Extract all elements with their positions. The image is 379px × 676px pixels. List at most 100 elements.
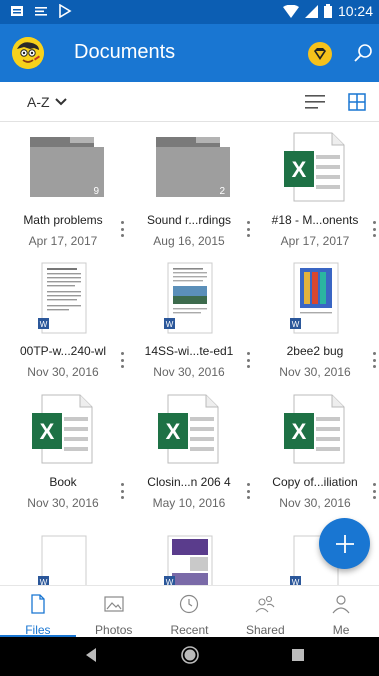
- item-date: Nov 30, 2016: [279, 496, 351, 510]
- nav-files[interactable]: Files: [0, 586, 76, 637]
- svg-text:W: W: [166, 578, 174, 585]
- svg-text:X: X: [292, 419, 307, 444]
- excel-file-icon: X: [274, 131, 356, 203]
- nav-label: Recent: [170, 623, 209, 637]
- nav-photos[interactable]: Photos: [76, 586, 152, 637]
- home-icon[interactable]: [180, 645, 200, 665]
- item-name: Sound r...rdings: [146, 213, 232, 227]
- page-title: Documents: [74, 41, 176, 63]
- more-options-button[interactable]: [370, 350, 378, 370]
- nav-label: Me: [332, 623, 350, 637]
- recent-apps-icon[interactable]: [292, 649, 304, 661]
- notification-icon: [11, 6, 23, 16]
- grid-item-file[interactable]: X Copy of...iliation Nov 30, 2016: [252, 385, 378, 516]
- diamond-icon: [314, 48, 326, 60]
- grid-view-icon[interactable]: [348, 93, 366, 111]
- item-date: Aug 16, 2015: [153, 234, 225, 248]
- item-name: 00TP-w...240-wl: [19, 344, 107, 358]
- word-document-thumbnail: W: [148, 262, 230, 334]
- item-name: #18 - M...onents: [271, 213, 359, 227]
- more-options-button[interactable]: [118, 219, 126, 239]
- svg-text:W: W: [40, 578, 48, 585]
- grid-item-folder[interactable]: 9 Math problems Apr 17, 2017: [0, 123, 126, 254]
- svg-text:W: W: [292, 320, 300, 329]
- nav-label: Shared: [245, 623, 285, 637]
- word-document-thumbnail: W: [148, 524, 230, 585]
- onedrive-app: 10:24 Documents A-Z 9 Math problems Apr …: [0, 0, 379, 676]
- item-date: Nov 30, 2016: [27, 496, 99, 510]
- premium-diamond-button[interactable]: [308, 42, 332, 66]
- grid-item-file[interactable]: W 00TP-w...240-wl Nov 30, 2016: [0, 254, 126, 385]
- word-document-thumbnail: W: [22, 262, 104, 334]
- grid-item-file[interactable]: X Book Nov 30, 2016: [0, 385, 126, 516]
- item-date: Apr 17, 2017: [280, 234, 350, 248]
- excel-file-icon: X: [22, 393, 104, 465]
- clock-icon: [180, 594, 199, 614]
- chevron-down-icon: [54, 98, 67, 106]
- item-name: Copy of...iliation: [272, 475, 358, 489]
- nav-label: Photos: [95, 623, 133, 637]
- app-bar: Documents: [0, 24, 379, 82]
- item-name: 2bee2 bug: [286, 344, 344, 358]
- grid-item-file[interactable]: W: [126, 516, 252, 585]
- people-icon: [255, 595, 275, 613]
- nav-me[interactable]: Me: [303, 586, 379, 637]
- signal-icon: [304, 4, 318, 18]
- message-icon: [35, 7, 47, 16]
- photo-icon: [104, 596, 124, 612]
- person-icon: [332, 595, 350, 614]
- more-options-button[interactable]: [118, 350, 126, 370]
- back-icon[interactable]: [84, 647, 98, 663]
- grid-item-file[interactable]: X Closin...n 206 4 May 10, 2016: [126, 385, 252, 516]
- grid-item-file[interactable]: W: [0, 516, 126, 585]
- item-date: Nov 30, 2016: [279, 365, 351, 379]
- svg-text:X: X: [166, 419, 181, 444]
- grid-item-file[interactable]: W 2bee2 bug Nov 30, 2016: [252, 254, 378, 385]
- more-options-button[interactable]: [244, 350, 252, 370]
- word-document-thumbnail: W: [22, 524, 104, 585]
- list-view-icon[interactable]: [305, 94, 325, 110]
- item-name: Book: [49, 475, 77, 489]
- system-navigation-bar: [0, 637, 379, 676]
- sort-toolbar: A-Z: [0, 82, 379, 122]
- nav-shared[interactable]: Shared: [227, 586, 303, 637]
- clock-time: 10:24: [337, 3, 373, 19]
- grid-item-file[interactable]: W 14SS-wi...te-ed1 Nov 30, 2016: [126, 254, 252, 385]
- nav-recent[interactable]: Recent: [152, 586, 228, 637]
- more-options-button[interactable]: [370, 481, 378, 501]
- item-date: Apr 17, 2017: [28, 234, 98, 248]
- item-name: Closin...n 206 4: [147, 475, 231, 489]
- svg-text:X: X: [292, 157, 307, 182]
- avatar[interactable]: [12, 37, 44, 69]
- grid-item-file[interactable]: X #18 - M...onents Apr 17, 2017: [252, 123, 378, 254]
- add-button[interactable]: [319, 518, 370, 569]
- search-icon: [354, 44, 372, 62]
- more-options-button[interactable]: [244, 481, 252, 501]
- more-options-button[interactable]: [244, 219, 252, 239]
- excel-file-icon: X: [274, 393, 356, 465]
- word-document-thumbnail: W: [274, 262, 356, 334]
- item-name: 14SS-wi...te-ed1: [144, 344, 234, 358]
- svg-text:W: W: [292, 578, 300, 585]
- more-options-button[interactable]: [370, 219, 378, 239]
- file-grid: 9 Math problems Apr 17, 2017 2 Sound r..…: [0, 123, 379, 585]
- folder-item-count: 2: [219, 186, 225, 197]
- folder-icon: 9: [22, 131, 104, 203]
- grid-item-folder[interactable]: 2 Sound r...rdings Aug 16, 2015: [126, 123, 252, 254]
- svg-text:W: W: [40, 320, 48, 329]
- wifi-icon: [282, 4, 299, 18]
- svg-text:X: X: [40, 419, 55, 444]
- excel-file-icon: X: [148, 393, 230, 465]
- bottom-navigation: Files Photos Recent Shared Me: [0, 585, 379, 637]
- play-store-icon: [59, 4, 72, 18]
- more-options-button[interactable]: [118, 481, 126, 501]
- avatar-face-icon: [12, 37, 44, 69]
- folder-icon: 2: [148, 131, 230, 203]
- sort-dropdown[interactable]: A-Z: [27, 94, 67, 110]
- plus-icon: [335, 534, 354, 553]
- search-button[interactable]: [352, 42, 374, 64]
- sort-label: A-Z: [27, 94, 50, 110]
- file-icon: [31, 594, 45, 614]
- item-date: May 10, 2016: [152, 496, 226, 510]
- svg-text:W: W: [166, 320, 174, 329]
